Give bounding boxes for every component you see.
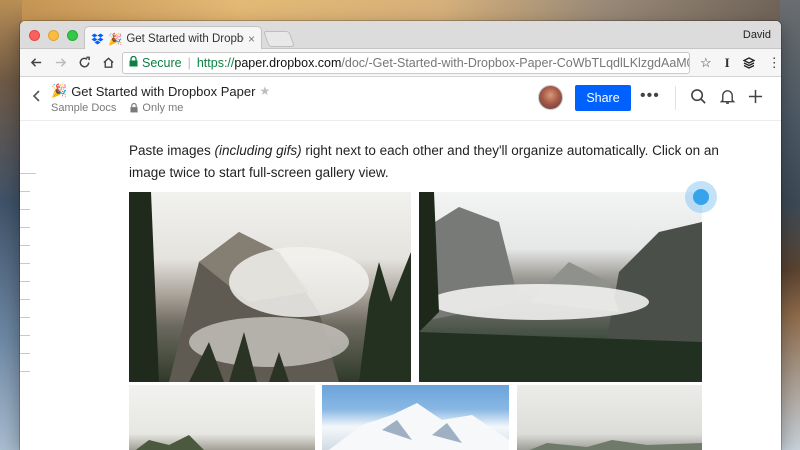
dropbox-icon xyxy=(91,33,104,44)
folder-link[interactable]: Sample Docs xyxy=(51,102,116,114)
lock-icon xyxy=(129,55,138,70)
gallery-image-5[interactable] xyxy=(517,385,702,450)
chrome-menu-icon[interactable]: ⋮ xyxy=(768,55,781,71)
share-button[interactable]: Share xyxy=(575,85,631,111)
doc-title-emoji: 🎉 xyxy=(51,83,68,98)
zoom-window-button[interactable] xyxy=(67,30,78,41)
close-window-button[interactable] xyxy=(29,30,40,41)
paragraph-italic: (including gifs) xyxy=(214,143,302,158)
url-host: paper.dropbox.com xyxy=(234,55,342,70)
toolbar-actions: ☆ I ⋮ xyxy=(700,55,781,71)
tab-emoji: 🎉 xyxy=(108,33,123,46)
minimize-window-button[interactable] xyxy=(48,30,59,41)
notifications-bell-icon[interactable] xyxy=(719,88,737,106)
browser-window: 🎉 Get Started with Dropbox P × David xyxy=(20,21,781,450)
browser-tab[interactable]: 🎉 Get Started with Dropbox P × xyxy=(84,26,262,50)
visibility-label: Only me xyxy=(142,102,184,114)
paper-header: 🎉 Get Started with Dropbox Paper ★ Sampl… xyxy=(20,77,781,121)
click-indicator xyxy=(685,181,717,213)
window-controls xyxy=(29,30,78,41)
lock-icon xyxy=(130,103,138,113)
address-bar[interactable]: Secure | https:// paper.dropbox.com /doc… xyxy=(122,51,690,74)
more-options-icon[interactable]: ••• xyxy=(640,87,660,105)
desktop-wallpaper-right xyxy=(780,0,800,450)
secure-label: Secure xyxy=(142,55,182,70)
bookmark-star-icon[interactable]: ☆ xyxy=(700,55,712,71)
create-plus-icon[interactable] xyxy=(747,88,765,106)
avatar[interactable] xyxy=(538,85,563,110)
paragraph-text: Paste images xyxy=(129,143,215,158)
browser-toolbar: Secure | https:// paper.dropbox.com /doc… xyxy=(20,49,781,77)
buffer-extension-icon[interactable] xyxy=(742,56,755,69)
close-tab-icon[interactable]: × xyxy=(248,32,255,46)
extension-text-icon[interactable]: I xyxy=(725,55,730,71)
home-icon[interactable] xyxy=(98,53,118,73)
reload-icon[interactable] xyxy=(74,53,94,73)
back-arrow-icon[interactable] xyxy=(26,53,46,73)
gallery-image-4[interactable] xyxy=(322,385,509,450)
favorite-star-icon[interactable]: ★ xyxy=(259,84,270,98)
gallery-image-3[interactable] xyxy=(129,385,315,450)
tab-strip: 🎉 Get Started with Dropbox P × David xyxy=(20,21,781,50)
tab-title: Get Started with Dropbox P xyxy=(126,32,244,45)
doc-meta: Sample Docs Only me xyxy=(51,102,183,114)
doc-paragraph[interactable]: Paste images (including gifs) right next… xyxy=(129,140,719,184)
new-tab-button[interactable] xyxy=(263,31,295,47)
profile-name[interactable]: David xyxy=(743,29,771,41)
doc-content: Paste images (including gifs) right next… xyxy=(20,121,781,450)
url-scheme: https:// xyxy=(196,55,235,70)
url-path: /doc/-Get-Started-with-Dropbox-Paper-CoW… xyxy=(341,55,690,70)
gallery-image-2[interactable] xyxy=(419,192,702,382)
search-icon[interactable] xyxy=(690,88,708,106)
visibility[interactable]: Only me xyxy=(130,102,183,114)
navigation-buttons xyxy=(26,53,118,73)
desktop-wallpaper-left xyxy=(0,0,22,450)
back-chevron-icon[interactable] xyxy=(32,89,42,108)
address-divider: | xyxy=(187,55,191,70)
doc-title-text: Get Started with Dropbox Paper xyxy=(71,83,256,99)
header-divider xyxy=(675,86,676,110)
forward-arrow-icon[interactable] xyxy=(50,53,70,73)
doc-title: 🎉 Get Started with Dropbox Paper ★ xyxy=(51,83,270,99)
gallery-image-1[interactable] xyxy=(129,192,411,382)
outline-ruler xyxy=(20,121,40,450)
